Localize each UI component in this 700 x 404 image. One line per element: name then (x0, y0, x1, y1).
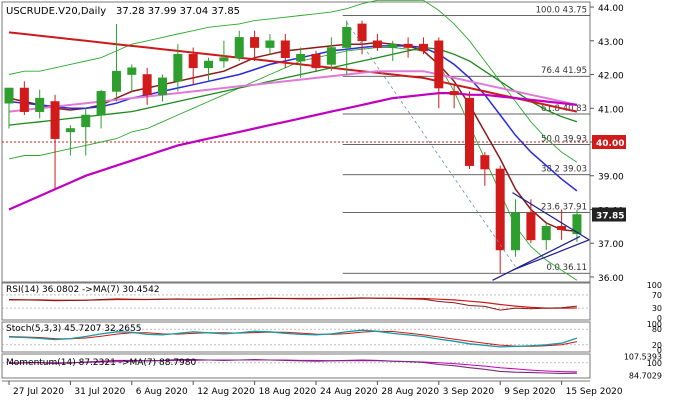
candle-body (403, 43, 413, 48)
rsi-tick-label: 70 (652, 291, 662, 300)
candle-body (464, 97, 474, 166)
chart-background (0, 0, 700, 400)
candle-body (158, 77, 168, 96)
candle-body (204, 60, 214, 69)
time-tick-label: 28 Aug 2020 (381, 387, 439, 397)
time-tick-label: 15 Sep 2020 (566, 387, 623, 397)
time-tick-label: 31 Jul 2020 (74, 387, 125, 397)
time-tick-label: 24 Aug 2020 (320, 387, 378, 397)
fibonacci-label: 100.0 43.75 (536, 5, 587, 15)
candle-body (326, 47, 336, 65)
momentum-tick-label: 84.7029 (629, 371, 662, 380)
candle-body (526, 212, 536, 241)
fibonacci-label: 50.0 39.93 (541, 134, 587, 144)
candle-body (480, 155, 490, 170)
price-tick-label: 42.00 (598, 72, 624, 82)
price-tick-label: 43.00 (598, 38, 624, 48)
candle-body (434, 40, 444, 89)
marked-level-value: 40.00 (596, 139, 624, 149)
candle-body (511, 212, 521, 251)
instrument-label: USCRUDE.V20,Daily (6, 6, 106, 17)
current-price-value: 37.85 (596, 212, 624, 222)
fibonacci-label: 76.4 41.95 (541, 66, 587, 76)
candle-body (372, 40, 382, 48)
time-tick-label: 9 Sep 2020 (504, 387, 556, 397)
candle-body (35, 97, 45, 112)
candle-body (4, 87, 14, 104)
candle-body (342, 27, 352, 48)
rsi-label: RSI(14) 36.0802 ->MA(7) 30.4542 (6, 285, 160, 295)
candle-body (418, 43, 428, 52)
candle-body (280, 40, 290, 58)
candle-body (265, 40, 275, 48)
candle-body (311, 53, 321, 69)
momentum-tick-label: 100 (647, 359, 662, 368)
candle-body (541, 226, 551, 241)
candle-body (357, 23, 367, 42)
ohlc-header: 37.28 37.99 37.04 37.85 (116, 6, 240, 17)
candle-body (296, 53, 306, 62)
candle-body (81, 114, 91, 128)
time-tick-label: 6 Aug 2020 (136, 387, 188, 397)
candle-body (495, 168, 505, 251)
price-tick-label: 37.00 (598, 240, 624, 250)
fibonacci-label: 23.6 37.91 (541, 203, 587, 213)
candle-body (142, 74, 152, 96)
momentum-label: Momentum(14) 87.2321 ->MA(7) 88.7980 (6, 358, 197, 368)
chart-svg: 100.0 43.7576.4 41.9561.8 40.8350.0 39.9… (0, 0, 700, 400)
candle-body (19, 87, 29, 112)
price-tick-label: 41.00 (598, 105, 624, 115)
stoch-label: Stoch(5,3,3) 45.7207 32.2655 (6, 324, 141, 334)
rsi-tick-label: 30 (652, 304, 662, 313)
candle-body (111, 70, 121, 92)
chart-stage: 100.0 43.75 76.4 41.95 61.8 40.83 50.0 39.9… (0, 0, 700, 400)
candle-body (50, 101, 60, 139)
candle-body (250, 37, 260, 48)
candle-body (219, 57, 229, 62)
price-tick-label: 36.00 (598, 274, 624, 284)
time-tick-label: 27 Jul 2020 (13, 387, 64, 397)
candle-body (127, 67, 137, 75)
time-tick-label: 12 Aug 2020 (197, 387, 255, 397)
price-tick-label: 44.00 (598, 4, 624, 14)
price-tick-label: 39.00 (598, 173, 624, 183)
candle-body (65, 128, 75, 133)
stoch-tick-label: 80 (652, 325, 662, 334)
rsi-tick-label: 100 (647, 281, 662, 290)
candle-body (234, 37, 244, 58)
candle-body (388, 43, 398, 48)
candle-body (96, 91, 106, 116)
candle-body (173, 53, 183, 82)
candle-body (188, 53, 198, 69)
time-tick-label: 3 Sep 2020 (443, 387, 495, 397)
time-tick-label: 18 Aug 2020 (259, 387, 317, 397)
candle-body (557, 226, 567, 231)
candle-body (449, 91, 459, 96)
